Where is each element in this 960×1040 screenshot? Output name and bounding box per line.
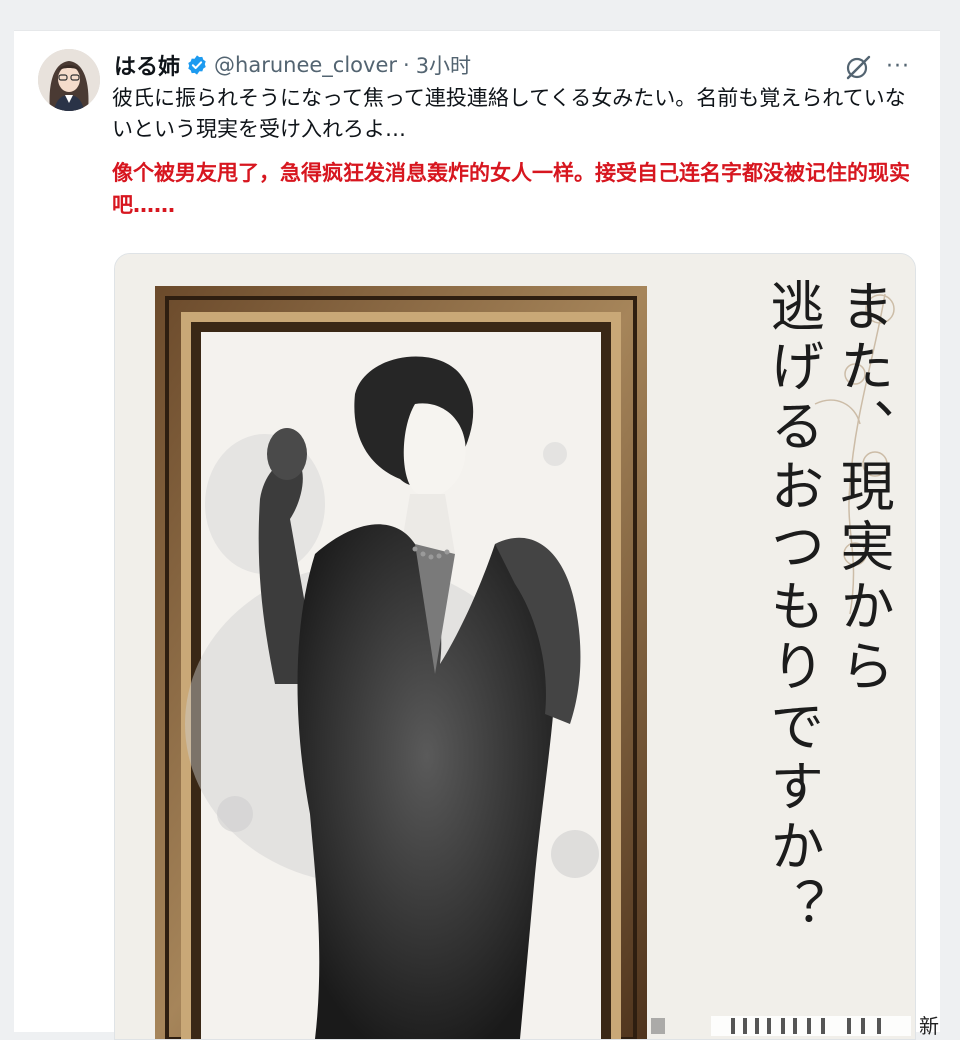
display-name[interactable]: はる姉 (114, 49, 180, 81)
verified-badge-icon (188, 55, 206, 75)
media-image[interactable]: また、現実から 逃げるおつもりですか？ (114, 253, 916, 1040)
tweet-text: 彼氏に振られそうになって焦って連投連絡してくる女みたい。名前も覚えられていないと… (112, 86, 906, 141)
translation-text: 像个被男友甩了，急得疯狂发消息轰炸的女人一样。接受自己连名字都没被记住的现实吧…… (112, 161, 910, 217)
caption-line-1: また、現実から (831, 278, 894, 698)
user-handle[interactable]: @harunee_clover (214, 53, 397, 77)
tweet-card[interactable]: はる姉 @harunee_clover · 3小时 ··· 彼氏に振られそうにな… (14, 30, 940, 1040)
watermark: 新 (651, 1014, 941, 1038)
watermark-text: 新 (919, 1014, 939, 1038)
media-caption: また、現実から 逃げるおつもりですか？ (687, 278, 897, 1038)
separator-dot: · (403, 53, 410, 77)
caption-line-2: 逃げるおつもりですか？ (761, 278, 824, 938)
grok-icon[interactable] (844, 53, 872, 81)
post-header: はる姉 @harunee_clover · 3小时 (114, 49, 471, 81)
more-icon[interactable]: ··· (886, 55, 910, 79)
post-timestamp[interactable]: 3小时 (416, 50, 471, 80)
watermark-mosaic (651, 1016, 911, 1036)
avatar[interactable] (38, 49, 100, 111)
